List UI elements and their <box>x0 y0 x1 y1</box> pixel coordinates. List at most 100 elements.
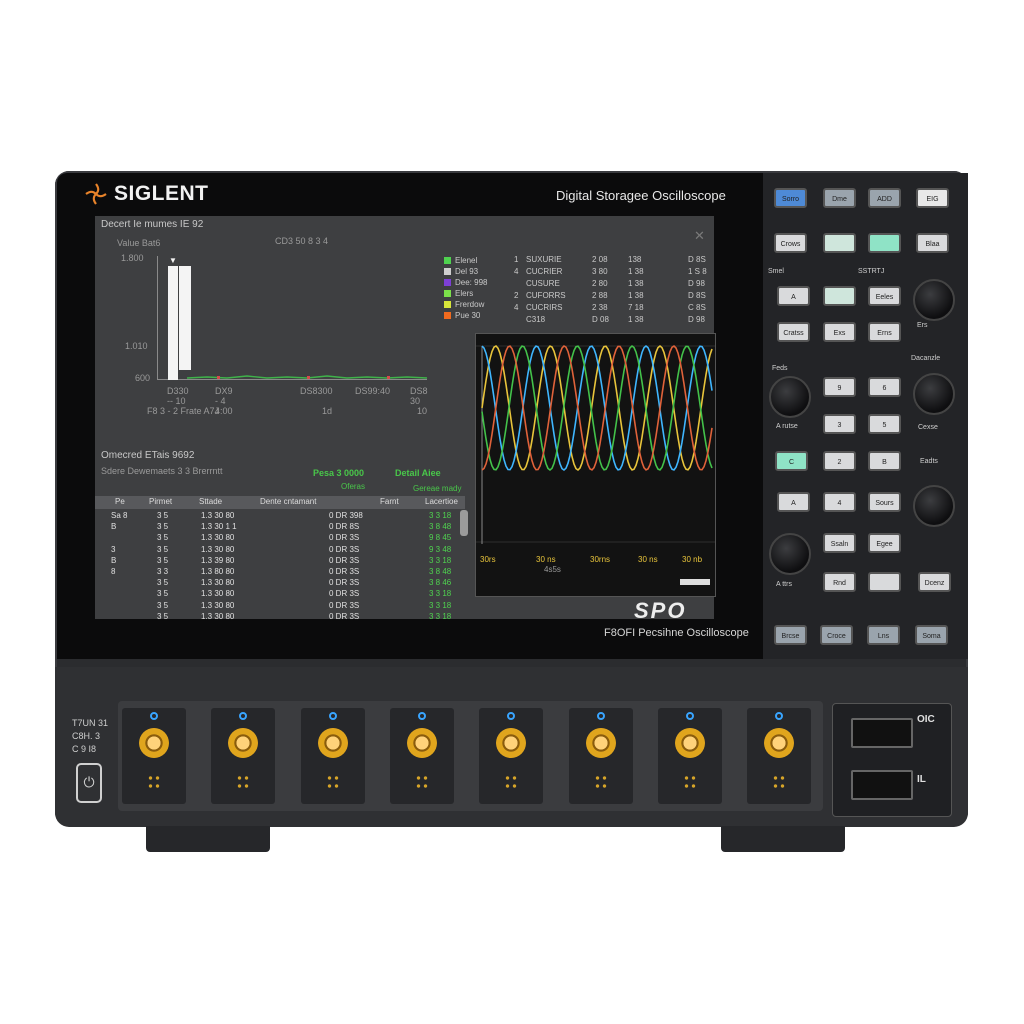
panel-button[interactable]: Croce <box>820 625 853 645</box>
legend-item[interactable]: Pue 30 <box>444 309 480 321</box>
legend-cell: D 98 <box>688 315 705 324</box>
panel-label: Eadts <box>920 458 938 465</box>
table-row[interactable]: Sa 8 3 5 1.3 30 80 0 DR 398 3 3 18 <box>95 510 461 522</box>
panel-button[interactable]: Eeles <box>868 286 901 306</box>
panel-button[interactable]: Rnd <box>823 572 856 592</box>
panel-button[interactable]: Ssaln <box>823 533 856 553</box>
column-header[interactable]: Pirmet <box>149 497 172 506</box>
panel-button[interactable]: C <box>775 451 808 471</box>
front-label: T7UN 31 <box>72 718 109 728</box>
table-row[interactable]: B 3 5 1.3 30 1 1 0 DR 8S 3 8 48 <box>95 521 461 533</box>
panel-button[interactable]: Exs <box>823 322 856 342</box>
knob-vertical-position[interactable] <box>769 533 811 575</box>
column-header[interactable]: Lacertioe <box>425 497 458 506</box>
bnc-connector-icon[interactable] <box>139 728 169 758</box>
panel-button[interactable]: 6 <box>868 377 901 397</box>
legend-swatch <box>444 256 451 264</box>
channel-led-icon[interactable] <box>328 712 337 720</box>
panel-label: SSTRTJ <box>858 268 885 275</box>
panel-button[interactable]: Soma <box>915 625 948 645</box>
table-row[interactable]: 3 5 1.3 30 80 0 DR 3S 9 8 45 <box>95 532 461 544</box>
legend-cell: CUCRIRS <box>526 303 563 312</box>
panel-button[interactable]: EIG <box>916 188 949 208</box>
column-header[interactable]: Sttade <box>199 497 222 506</box>
panel-button[interactable]: Cratss <box>777 322 810 342</box>
panel-button[interactable]: A <box>777 492 810 512</box>
table-cell: 3 3 <box>157 567 169 576</box>
table-row[interactable]: 3 5 1.3 30 80 0 DR 3S 3 3 18 <box>95 588 461 600</box>
bnc-connector-icon[interactable] <box>674 728 705 758</box>
panel-button[interactable] <box>868 572 901 592</box>
table-row[interactable]: 8 3 3 1.3 80 80 0 DR 3S 3 8 48 <box>95 566 461 578</box>
table-row[interactable]: B 3 5 1.3 39 80 0 DR 3S 3 3 18 <box>95 555 461 567</box>
panel-button[interactable]: A <box>777 286 810 306</box>
panel-button[interactable]: B <box>868 451 901 471</box>
probe-contacts-icon <box>325 774 340 790</box>
knob-multipurpose[interactable] <box>913 279 955 321</box>
channel-input-8 <box>747 708 812 804</box>
panel-button[interactable]: Erns <box>868 322 901 342</box>
scroll-indicator[interactable] <box>680 579 710 585</box>
close-icon[interactable]: ✕ <box>694 228 705 244</box>
knob-horizontal-scale[interactable] <box>913 373 955 415</box>
knob-trigger-level[interactable] <box>913 485 955 527</box>
channel-led-icon[interactable] <box>507 712 516 720</box>
bnc-connector-icon[interactable] <box>406 728 437 758</box>
table-row[interactable]: 3 5 1.3 30 80 0 DR 3S 3 3 18 <box>95 600 461 612</box>
panel-button[interactable]: 9 <box>823 377 856 397</box>
channel-led-icon[interactable] <box>775 712 784 720</box>
bnc-connector-icon[interactable] <box>585 728 616 758</box>
foot <box>721 826 845 852</box>
panel-button[interactable]: Brcse <box>774 625 807 645</box>
table-cell: 3 5 <box>157 555 169 565</box>
panel-button[interactable]: 4 <box>823 492 856 512</box>
panel-button[interactable] <box>823 286 856 306</box>
channel-led-icon[interactable] <box>417 712 426 720</box>
panel-button[interactable]: Blaa <box>916 233 949 253</box>
panel-button[interactable] <box>823 233 856 253</box>
panel-button[interactable]: Dme <box>823 188 856 208</box>
channel-led-icon[interactable] <box>150 712 158 720</box>
channel-led-icon[interactable] <box>239 712 248 720</box>
table-scrollbar[interactable] <box>460 510 468 536</box>
column-header[interactable]: Farnt <box>380 497 399 506</box>
x-tick: DS8 30 <box>410 386 428 406</box>
panel-button[interactable]: 3 <box>823 414 856 434</box>
table-row[interactable]: 3 5 1.3 30 80 0 DR 3S 3 8 46 <box>95 577 461 589</box>
power-button[interactable]: ⏻ <box>76 763 102 803</box>
channel-led-icon[interactable] <box>596 712 605 720</box>
time-label: 30rs <box>480 555 496 564</box>
probe-contacts-icon <box>593 774 608 790</box>
table-cell: 3 8 48 <box>429 567 452 576</box>
legend-cell: 7 18 <box>628 303 644 312</box>
panel-button[interactable]: Dcenz <box>918 572 951 592</box>
channel-led-icon[interactable] <box>685 712 694 720</box>
knob-vertical-scale[interactable] <box>769 376 811 418</box>
panel-button[interactable]: Crows <box>774 233 807 253</box>
panel-button[interactable] <box>868 233 901 253</box>
table-row[interactable]: 3 3 5 1.3 30 80 0 DR 3S 9 3 48 <box>95 544 461 556</box>
table-row[interactable]: 3 5 1.3 30 80 0 DR 3S 3 3 18 <box>95 611 461 623</box>
usb-port[interactable] <box>851 770 913 800</box>
usb-port[interactable] <box>851 718 913 748</box>
panel-button[interactable]: ADD <box>868 188 901 208</box>
bnc-connector-icon[interactable] <box>496 728 527 758</box>
panel-button[interactable]: Sorro <box>774 188 807 208</box>
panel-button[interactable]: Lns <box>867 625 900 645</box>
panel-button[interactable]: Egee <box>868 533 901 553</box>
column-header[interactable]: Dente cntamant <box>260 497 316 506</box>
legend-label: Pue 30 <box>455 310 481 320</box>
bnc-connector-icon[interactable] <box>764 728 795 758</box>
column-header[interactable]: Pe <box>115 497 125 506</box>
bnc-connector-icon[interactable] <box>317 728 348 758</box>
legend-cell: D 08 <box>592 315 609 324</box>
time-label: 30 nb <box>682 555 703 564</box>
panel-button[interactable]: Sours <box>868 492 901 512</box>
legend-cell: 1 38 <box>628 315 644 324</box>
bnc-connector-icon[interactable] <box>228 728 259 758</box>
panel-button[interactable]: 2 <box>823 451 856 471</box>
legend-cell: 138 <box>628 255 642 264</box>
legend-cell: 2 80 <box>592 279 608 288</box>
x-tick: DS8300 <box>300 386 333 396</box>
panel-button[interactable]: 5 <box>868 414 901 434</box>
